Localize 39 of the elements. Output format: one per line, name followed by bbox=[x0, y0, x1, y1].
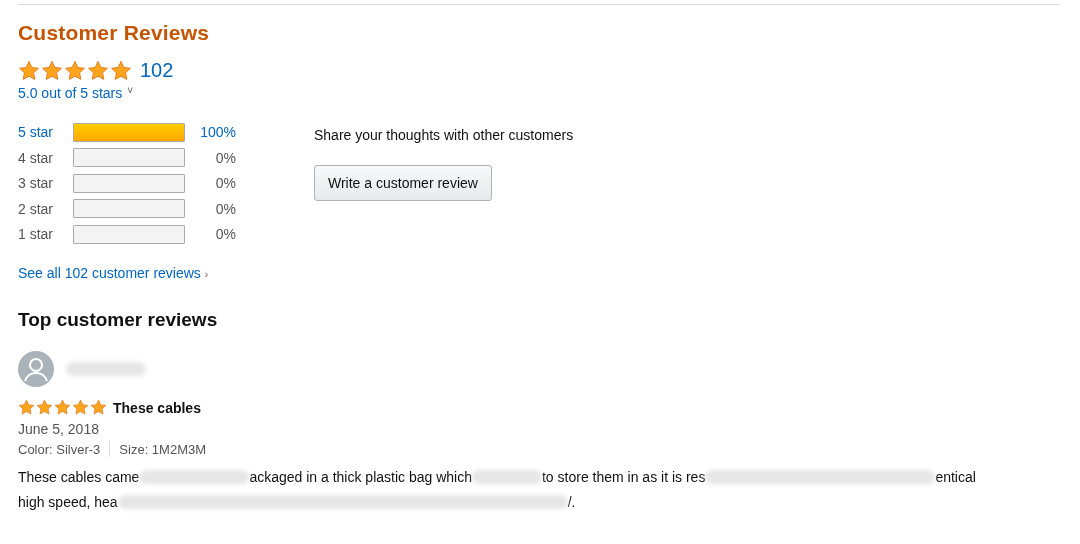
star-label[interactable]: 5 star bbox=[18, 124, 73, 140]
star-icon bbox=[64, 59, 86, 82]
star-label: 2 star bbox=[18, 200, 54, 217]
avatar-icon bbox=[18, 351, 54, 387]
star-icon bbox=[18, 399, 35, 416]
see-all-reviews-link[interactable]: See all 102 customer reviews › bbox=[18, 265, 209, 281]
star-icon bbox=[110, 59, 132, 82]
percent-label: 0% bbox=[214, 200, 236, 217]
review-text: high speed, hea bbox=[18, 494, 118, 510]
percent-label: 0% bbox=[214, 226, 236, 242]
star-label: 1 star bbox=[18, 226, 54, 242]
percent-label: 0% bbox=[214, 149, 236, 166]
review-text: entical bbox=[935, 469, 976, 485]
percent-label: 100% bbox=[199, 124, 236, 140]
write-review-button[interactable]: Write a customer review bbox=[314, 165, 492, 201]
review-text: to store them in as it is res bbox=[542, 469, 706, 485]
star-label: 4 star bbox=[18, 149, 54, 166]
average-rating-link[interactable]: 5.0 out of 5 stars ˅ bbox=[18, 85, 134, 101]
section-heading: Customer Reviews bbox=[18, 21, 210, 45]
redacted-text bbox=[472, 470, 542, 484]
review-count[interactable]: 102 bbox=[140, 59, 174, 82]
star-icon bbox=[72, 399, 89, 416]
product-attribute: Size: 1M2M3M bbox=[119, 441, 207, 457]
star-icon bbox=[54, 399, 71, 416]
star-icon bbox=[18, 59, 40, 82]
review-text: These cables came bbox=[18, 469, 140, 485]
product-attribute: Color: Silver-3 bbox=[18, 441, 101, 457]
star-icon bbox=[36, 399, 53, 416]
share-prompt: Share your thoughts with other customers bbox=[314, 127, 574, 143]
review-text: /. bbox=[567, 494, 576, 510]
review-text: ackaged in a thick plastic bag which bbox=[249, 469, 472, 485]
star-label: 3 star bbox=[18, 175, 54, 191]
percent-label: 0% bbox=[214, 175, 236, 191]
star-icon bbox=[41, 59, 63, 82]
star-icon bbox=[90, 399, 107, 416]
review-date: June 5, 2018 bbox=[18, 421, 99, 437]
star-icon bbox=[87, 59, 109, 82]
top-reviews-heading: Top customer reviews bbox=[18, 309, 218, 331]
review-title[interactable]: These cables bbox=[113, 399, 201, 416]
